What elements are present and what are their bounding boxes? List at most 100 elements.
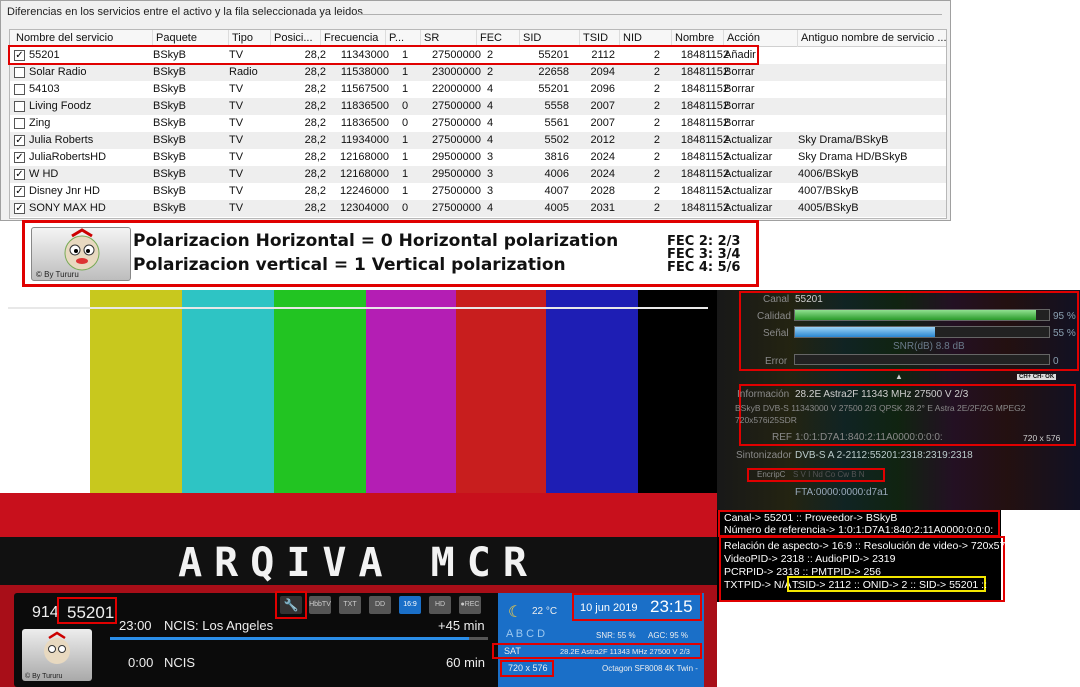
table-cell: 4 xyxy=(487,134,494,146)
row-checkbox[interactable]: ✓ xyxy=(14,135,25,146)
detail-tsid: TSID-> 2112 :: ONID-> 2 :: SID-> 55201 :… xyxy=(792,579,988,591)
info-line3: 720x576i25SDR xyxy=(735,415,797,425)
table-cell: BSkyB xyxy=(153,202,187,214)
table-cell: 18481152 xyxy=(680,66,729,78)
table-row[interactable]: ✓ Disney Jnr HD BSkyB TV 28,2 12246000 1 275000… xyxy=(10,183,946,200)
table-cell: 3 xyxy=(487,185,494,197)
table-cell: 11836500 xyxy=(340,117,389,129)
row-checkbox[interactable] xyxy=(14,67,25,78)
table-cell: TV xyxy=(229,168,244,180)
group-divider xyxy=(357,14,942,15)
table-cell: 27500000 xyxy=(432,100,481,112)
encript-value: S V I Nd Co Cw B N xyxy=(793,470,865,479)
table-cell: Borrar xyxy=(724,117,755,129)
table-cell: Actualizar xyxy=(724,168,773,180)
color-bar xyxy=(274,290,366,493)
table-cell: 11934000 xyxy=(340,134,389,146)
table-cell: 5502 xyxy=(544,134,569,146)
table-cell: 2096 xyxy=(590,83,615,95)
sat-info: 28.2E Astra2F 11343 MHz 27500 V 2/3 xyxy=(560,647,690,656)
ref-value: 1:0:1:D7A1:840:2:11A0000:0:0:0: xyxy=(795,432,943,443)
color-bar xyxy=(0,290,90,493)
snr-db: SNR(dB) 8.8 dB xyxy=(893,341,965,352)
prog2-remaining: 60 min xyxy=(446,655,486,670)
table-cell: 18481152 xyxy=(680,117,729,129)
row-checkbox[interactable] xyxy=(14,118,25,129)
table-cell: 1 xyxy=(402,185,409,197)
table-cell: 4 xyxy=(487,202,494,214)
table-cell: 12246000 xyxy=(340,185,389,197)
table-row[interactable]: 54103 BSkyB TV 28,2 11567500 1 22000000 4 55201 2… xyxy=(10,81,946,98)
column-header[interactable]: Antiguo nombre de servicio ... xyxy=(798,30,946,47)
table-row[interactable]: ✓ SONY MAX HD BSkyB TV 28,2 12304000 0 27500000… xyxy=(10,200,946,217)
table-cell xyxy=(798,47,943,64)
table-cell: 3816 xyxy=(544,151,569,163)
table-cell: TV xyxy=(229,151,244,163)
calidad-label: Calidad xyxy=(757,311,791,322)
moon-icon: ☾ xyxy=(508,604,523,621)
table-cell: 28,2 xyxy=(304,168,326,180)
test-card-title: ARQIVA MCR xyxy=(178,540,539,586)
legend-box: © By Tururu Polarizacion Horizontal = 0 … xyxy=(22,220,759,287)
table-cell: 2024 xyxy=(590,151,615,163)
dolby-icon: DD xyxy=(369,596,391,614)
group-title: Diferencias en los servicios entre el ac… xyxy=(7,6,363,18)
table-row[interactable]: Living Foodz BSkyB TV 28,2 11836500 0 27500000… xyxy=(10,98,946,115)
table-row[interactable]: ✓ Julia Roberts BSkyB TV 28,2 11934000 1 275000… xyxy=(10,132,946,149)
table-cell: 1 xyxy=(402,168,409,180)
table-cell: 4 xyxy=(487,83,494,95)
table-cell: 27500000 xyxy=(432,185,481,197)
table-cell xyxy=(798,64,943,81)
row-checkbox[interactable]: ✓ xyxy=(14,152,25,163)
row-checkbox[interactable]: ✓ xyxy=(14,186,25,197)
table-row[interactable]: Zing BSkyB TV 28,2 11836500 0 27500000 4 5561 200… xyxy=(10,115,946,132)
hbbtv-icon: HbbTV xyxy=(309,596,331,614)
prog1-title: NCIS: Los Angeles xyxy=(164,618,274,633)
row-checkbox[interactable] xyxy=(14,84,25,95)
table-cell: 4005/BSkyB xyxy=(798,202,859,214)
table-cell: 18481152 xyxy=(680,83,729,95)
aspect-169-icon: 16:9 xyxy=(399,596,421,614)
resolution: 720 x 576 xyxy=(508,663,548,673)
wrench-icon[interactable]: 🔧 xyxy=(280,596,302,614)
row-checkbox[interactable] xyxy=(14,101,25,112)
table-row[interactable]: ✓ JuliaRobertsHD BSkyB TV 28,2 12168000 1 29500… xyxy=(10,149,946,166)
legend-fec-4: FEC 4: 5/6 xyxy=(667,260,741,275)
table-cell: 54103 xyxy=(29,83,60,95)
table-cell: 2 xyxy=(653,151,660,163)
encript-label: EncripC xyxy=(757,470,786,479)
info-label: Información xyxy=(737,389,790,400)
up-arrow-icon[interactable]: ▲ xyxy=(895,372,903,381)
hd-icon: HD xyxy=(429,596,451,614)
table-cell: 5561 xyxy=(544,117,569,129)
red-band xyxy=(0,493,717,537)
table-cell: Julia Roberts xyxy=(29,134,94,146)
table-cell: BSkyB xyxy=(153,83,187,95)
row-checkbox[interactable]: ✓ xyxy=(14,169,25,180)
row-checkbox[interactable]: ✓ xyxy=(14,203,25,214)
info-line2: BSkyB DVB-S 11343000 V 27500 2/3 QPSK 28… xyxy=(735,403,1026,413)
signal-info-panel: Canal 55201 Calidad 95 % Señal 55 % SNR(… xyxy=(717,290,1080,510)
channel-number: 914 xyxy=(32,604,59,621)
table-cell: 29500000 xyxy=(432,151,481,163)
table-cell: 2031 xyxy=(590,202,615,214)
table-cell: 0 xyxy=(402,202,409,214)
channel-buttons[interactable]: CH+ CH- OK xyxy=(1017,374,1057,380)
teletext-icon: TXT xyxy=(339,596,361,614)
table-cell: 4007/BSkyB xyxy=(798,185,859,197)
table-row[interactable]: ✓ W HD BSkyB TV 28,2 12168000 1 29500000 3 4006 20… xyxy=(10,166,946,183)
channel-details: Canal-> 55201 :: Proveedor-> BSkyB Númer… xyxy=(717,510,1080,602)
channel-id-highlight xyxy=(57,597,117,624)
ref-label: REF xyxy=(772,432,792,443)
canal-value: 55201 xyxy=(795,294,823,305)
table-cell: Disney Jnr HD xyxy=(29,185,100,197)
table-cell: 28,2 xyxy=(304,202,326,214)
table-cell: 2 xyxy=(487,66,494,78)
table-cell xyxy=(798,81,943,98)
table-cell: 1 xyxy=(402,83,409,95)
table-cell: 1 xyxy=(402,66,409,78)
error-value: 0 xyxy=(1053,356,1059,367)
receiver-model: Octagon SF8008 4K Twin - xyxy=(602,664,698,673)
table-row[interactable]: Solar Radio BSkyB Radio 28,2 11538000 1 230000… xyxy=(10,64,946,81)
table-cell: 2 xyxy=(653,185,660,197)
